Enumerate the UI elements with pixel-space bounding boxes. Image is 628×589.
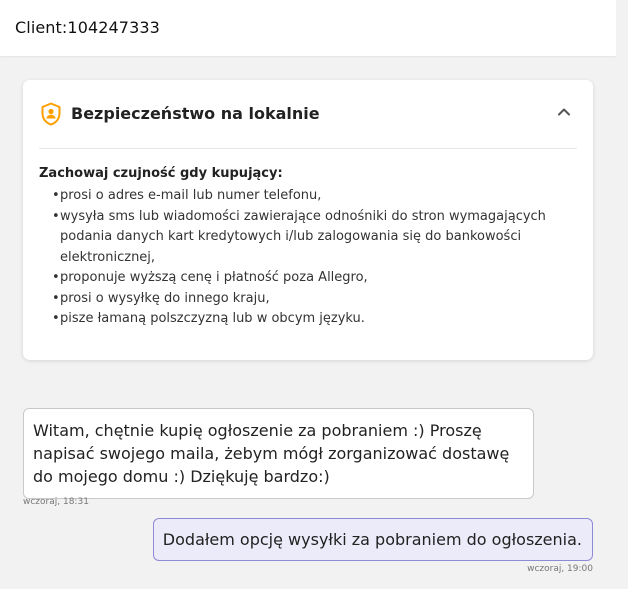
outgoing-message-time: wczoraj, 19:00 (527, 564, 593, 574)
list-item: • pisze łamaną polszczyzną lub w obcym ję… (39, 309, 559, 330)
list-item-text: wysyła sms lub wiadomości zawierające od… (60, 208, 546, 265)
list-item: • prosi o wysyłkę do innego kraju, (39, 289, 559, 310)
warning-list: • prosi o adres e-mail lub numer telefonu… (39, 186, 559, 330)
bullet: • (52, 311, 60, 326)
list-item-text: prosi o adres e-mail lub numer telefonu, (60, 188, 322, 203)
list-item: • prosi o adres e-mail lub numer telefonu… (39, 186, 559, 207)
safety-card-title: Bezpieczeństwo na lokalnie (71, 104, 320, 123)
list-item-text: pisze łamaną polszczyzną lub w obcym jęz… (60, 311, 365, 326)
card-divider (39, 148, 577, 149)
chevron-up-icon[interactable] (556, 106, 572, 118)
incoming-message-bubble: Witam, chętnie kupię ogłoszenie za pobra… (23, 408, 534, 499)
list-item: • proponuje wyższą cenę i płatność poza A… (39, 268, 559, 289)
list-item-text: proponuje wyższą cenę i płatność poza Al… (60, 270, 368, 285)
safety-card-header[interactable]: Bezpieczeństwo na lokalnie (23, 80, 593, 148)
safety-card: Bezpieczeństwo na lokalnie Zachowaj czuj… (23, 80, 593, 360)
bullet: • (52, 208, 60, 224)
incoming-message-time: wczoraj, 18:31 (23, 497, 89, 507)
scrollbar-track[interactable] (616, 0, 628, 589)
list-item-text: prosi o wysyłkę do innego kraju, (60, 290, 270, 306)
warning-title: Zachowaj czujność gdy kupujący: (39, 166, 283, 181)
shield-person-icon (41, 102, 61, 126)
outgoing-message-bubble: Dodałem opcję wysyłki za pobraniem do og… (152, 518, 593, 561)
chat-header: Client:104247333 (0, 0, 616, 56)
bullet: • (52, 290, 60, 306)
client-title: Client:104247333 (15, 18, 160, 37)
list-item: • wysyła sms lub wiadomości zawierające o… (39, 207, 559, 269)
bullet: • (52, 188, 60, 203)
bullet: • (52, 270, 60, 285)
